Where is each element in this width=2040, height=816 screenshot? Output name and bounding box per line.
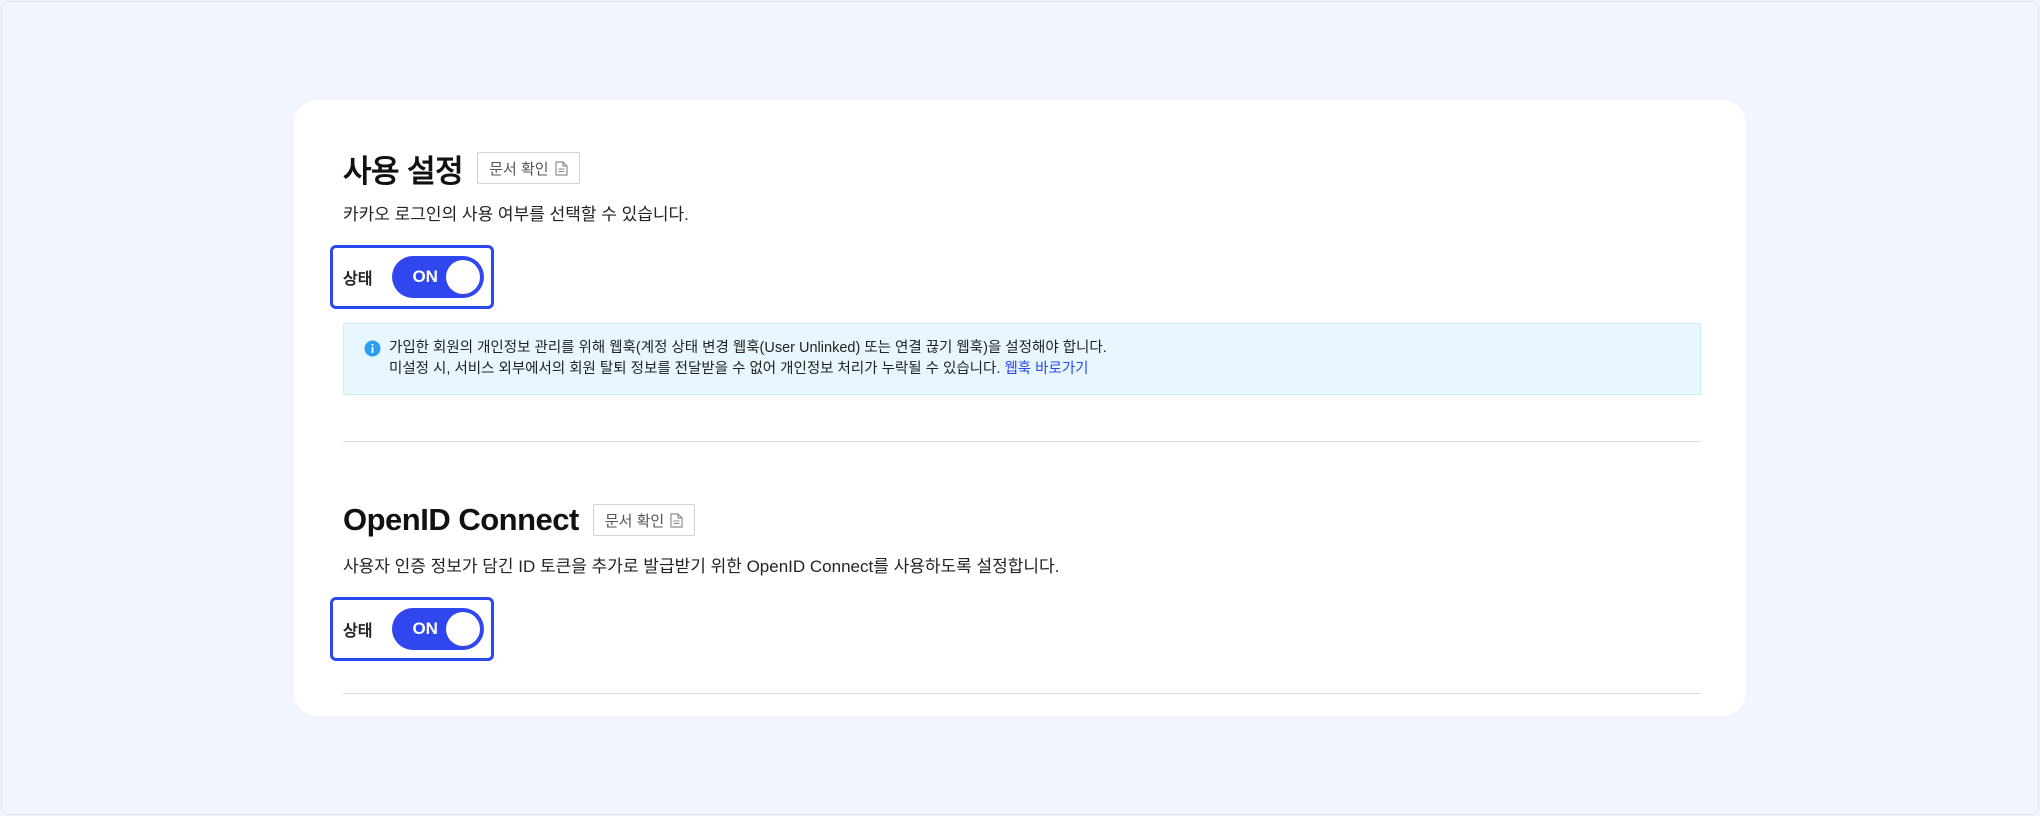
toggle-state-text: ON [412, 619, 438, 638]
section-header: 사용 설정 문서 확인 [343, 148, 1701, 189]
usage-settings-section: 사용 설정 문서 확인 카카오 로그인의 사용 여부를 선택할 수 있습니다. … [330, 148, 1701, 395]
webhook-link[interactable]: 웹훅 바로가기 [1004, 361, 1088, 377]
notice-line-2: 미설정 시, 서비스 외부에서의 회원 탈퇴 정보를 전달받을 수 없어 개인정… [364, 359, 1700, 380]
settings-card: 사용 설정 문서 확인 카카오 로그인의 사용 여부를 선택할 수 있습니다. … [294, 100, 1746, 716]
section-description: 카카오 로그인의 사용 여부를 선택할 수 있습니다. [343, 205, 689, 224]
status-label: 상태 [343, 271, 373, 288]
doc-check-label: 문서 확인 [604, 512, 665, 530]
toggle-state-text: ON [412, 267, 438, 286]
section-title: 사용 설정 [343, 153, 464, 189]
status-label: 상태 [343, 623, 373, 640]
section-title: OpenID Connect [343, 502, 579, 537]
notice-line-1: 가입한 회원의 개인정보 관리를 위해 웹훅(계정 상태 변경 웹훅(User … [389, 340, 1107, 356]
status-row: 상태 ON [330, 597, 494, 661]
toggle-knob [446, 260, 481, 294]
webhook-notice: 가입한 회원의 개인정보 관리를 위해 웹훅(계정 상태 변경 웹훅(User … [343, 323, 1701, 395]
notice-line-2-text: 미설정 시, 서비스 외부에서의 회원 탈퇴 정보를 전달받을 수 없어 개인정… [389, 361, 1001, 377]
section-description: 사용자 인증 정보가 담긴 ID 토큰을 추가로 발급받기 위한 OpenID … [343, 557, 1060, 576]
status-row: 상태 ON [330, 245, 494, 309]
openid-toggle[interactable]: ON [392, 608, 485, 650]
section-divider [343, 441, 1701, 442]
usage-toggle[interactable]: ON [392, 256, 485, 298]
doc-check-button[interactable]: 문서 확인 [592, 504, 696, 536]
section-divider [343, 693, 1701, 694]
doc-check-label: 문서 확인 [489, 160, 549, 178]
info-icon [364, 340, 381, 364]
openid-connect-section: OpenID Connect 문서 확인 사용자 인증 정보가 담긴 ID 토큰… [330, 500, 1701, 661]
document-icon [670, 512, 683, 528]
toggle-knob [446, 612, 481, 646]
doc-check-button[interactable]: 문서 확인 [477, 152, 580, 184]
document-icon [554, 160, 568, 176]
section-header: OpenID Connect 문서 확인 [343, 500, 1701, 540]
